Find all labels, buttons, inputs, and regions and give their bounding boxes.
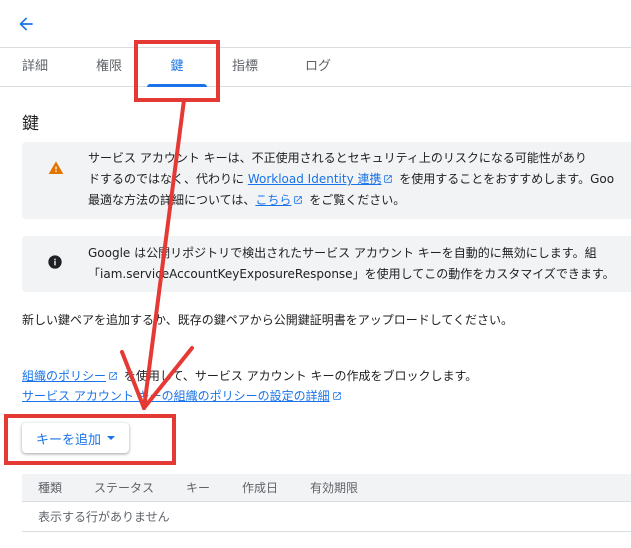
tab-logs[interactable]: ログ xyxy=(293,48,343,87)
org-policy-link[interactable]: 組織のポリシー xyxy=(22,369,106,383)
column-header-created[interactable]: 作成日 xyxy=(242,474,278,502)
tab-keys[interactable]: 鍵 xyxy=(147,48,207,87)
top-bar xyxy=(0,0,631,47)
table-header: 種類 ステータス キー 作成日 有効期限 xyxy=(22,474,631,502)
column-header-key[interactable]: キー xyxy=(186,474,210,502)
add-key-button[interactable]: キーを追加 xyxy=(22,423,129,453)
empty-table-message: 表示する行がありません xyxy=(22,502,631,532)
policy-section: 組織のポリシー を使用して、サービス アカウント キーの作成をブロックします。 … xyxy=(22,369,478,403)
keys-table: 種類 ステータス キー 作成日 有効期限 表示する行がありません xyxy=(22,474,631,532)
add-key-label: キーを追加 xyxy=(35,432,101,448)
external-link-icon xyxy=(109,372,117,380)
column-header-type[interactable]: 種類 xyxy=(38,474,62,502)
column-header-expiry[interactable]: 有効期限 xyxy=(310,474,358,502)
keys-description: 新しい鍵ペアを追加するか、既存の鍵ペアから公開鍵証明書をアップロードしてください… xyxy=(22,313,514,327)
info-icon xyxy=(48,255,62,269)
external-link-icon xyxy=(294,196,303,204)
external-link-icon xyxy=(384,175,393,183)
back-button[interactable] xyxy=(12,10,40,38)
page-title: 鍵 xyxy=(22,114,39,134)
tab-permissions[interactable]: 権限 xyxy=(84,48,134,87)
info-notice-text: Google は公開リポジトリで検出されたサービス アカウント キーを自動的に無… xyxy=(88,246,615,281)
tab-bar: 詳細 権限 鍵 指標 ログ xyxy=(0,47,631,87)
warning-icon xyxy=(48,161,64,174)
tab-metrics[interactable]: 指標 xyxy=(220,48,270,87)
workload-identity-link[interactable]: Workload Identity 連携 xyxy=(248,172,382,186)
warning-notice-text: サービス アカウント キーは、不正使用されるとセキュリティ上のリスクになる可能性… xyxy=(88,151,615,207)
org-policy-details-link[interactable]: サービス アカウント キーの組織のポリシーの設定の詳細 xyxy=(22,389,330,403)
external-link-icon xyxy=(332,392,341,400)
info-notice: Google は公開リポジトリで検出されたサービス アカウント キーを自動的に無… xyxy=(22,236,631,292)
tab-details[interactable]: 詳細 xyxy=(10,48,60,87)
column-header-status[interactable]: ステータス xyxy=(94,474,154,502)
arrow-back-icon xyxy=(19,17,33,31)
best-practices-link[interactable]: こちら xyxy=(255,193,291,207)
dropdown-caret-icon xyxy=(107,436,115,440)
warning-notice: サービス アカウント キーは、不正使用されるとセキュリティ上のリスクになる可能性… xyxy=(22,142,631,219)
